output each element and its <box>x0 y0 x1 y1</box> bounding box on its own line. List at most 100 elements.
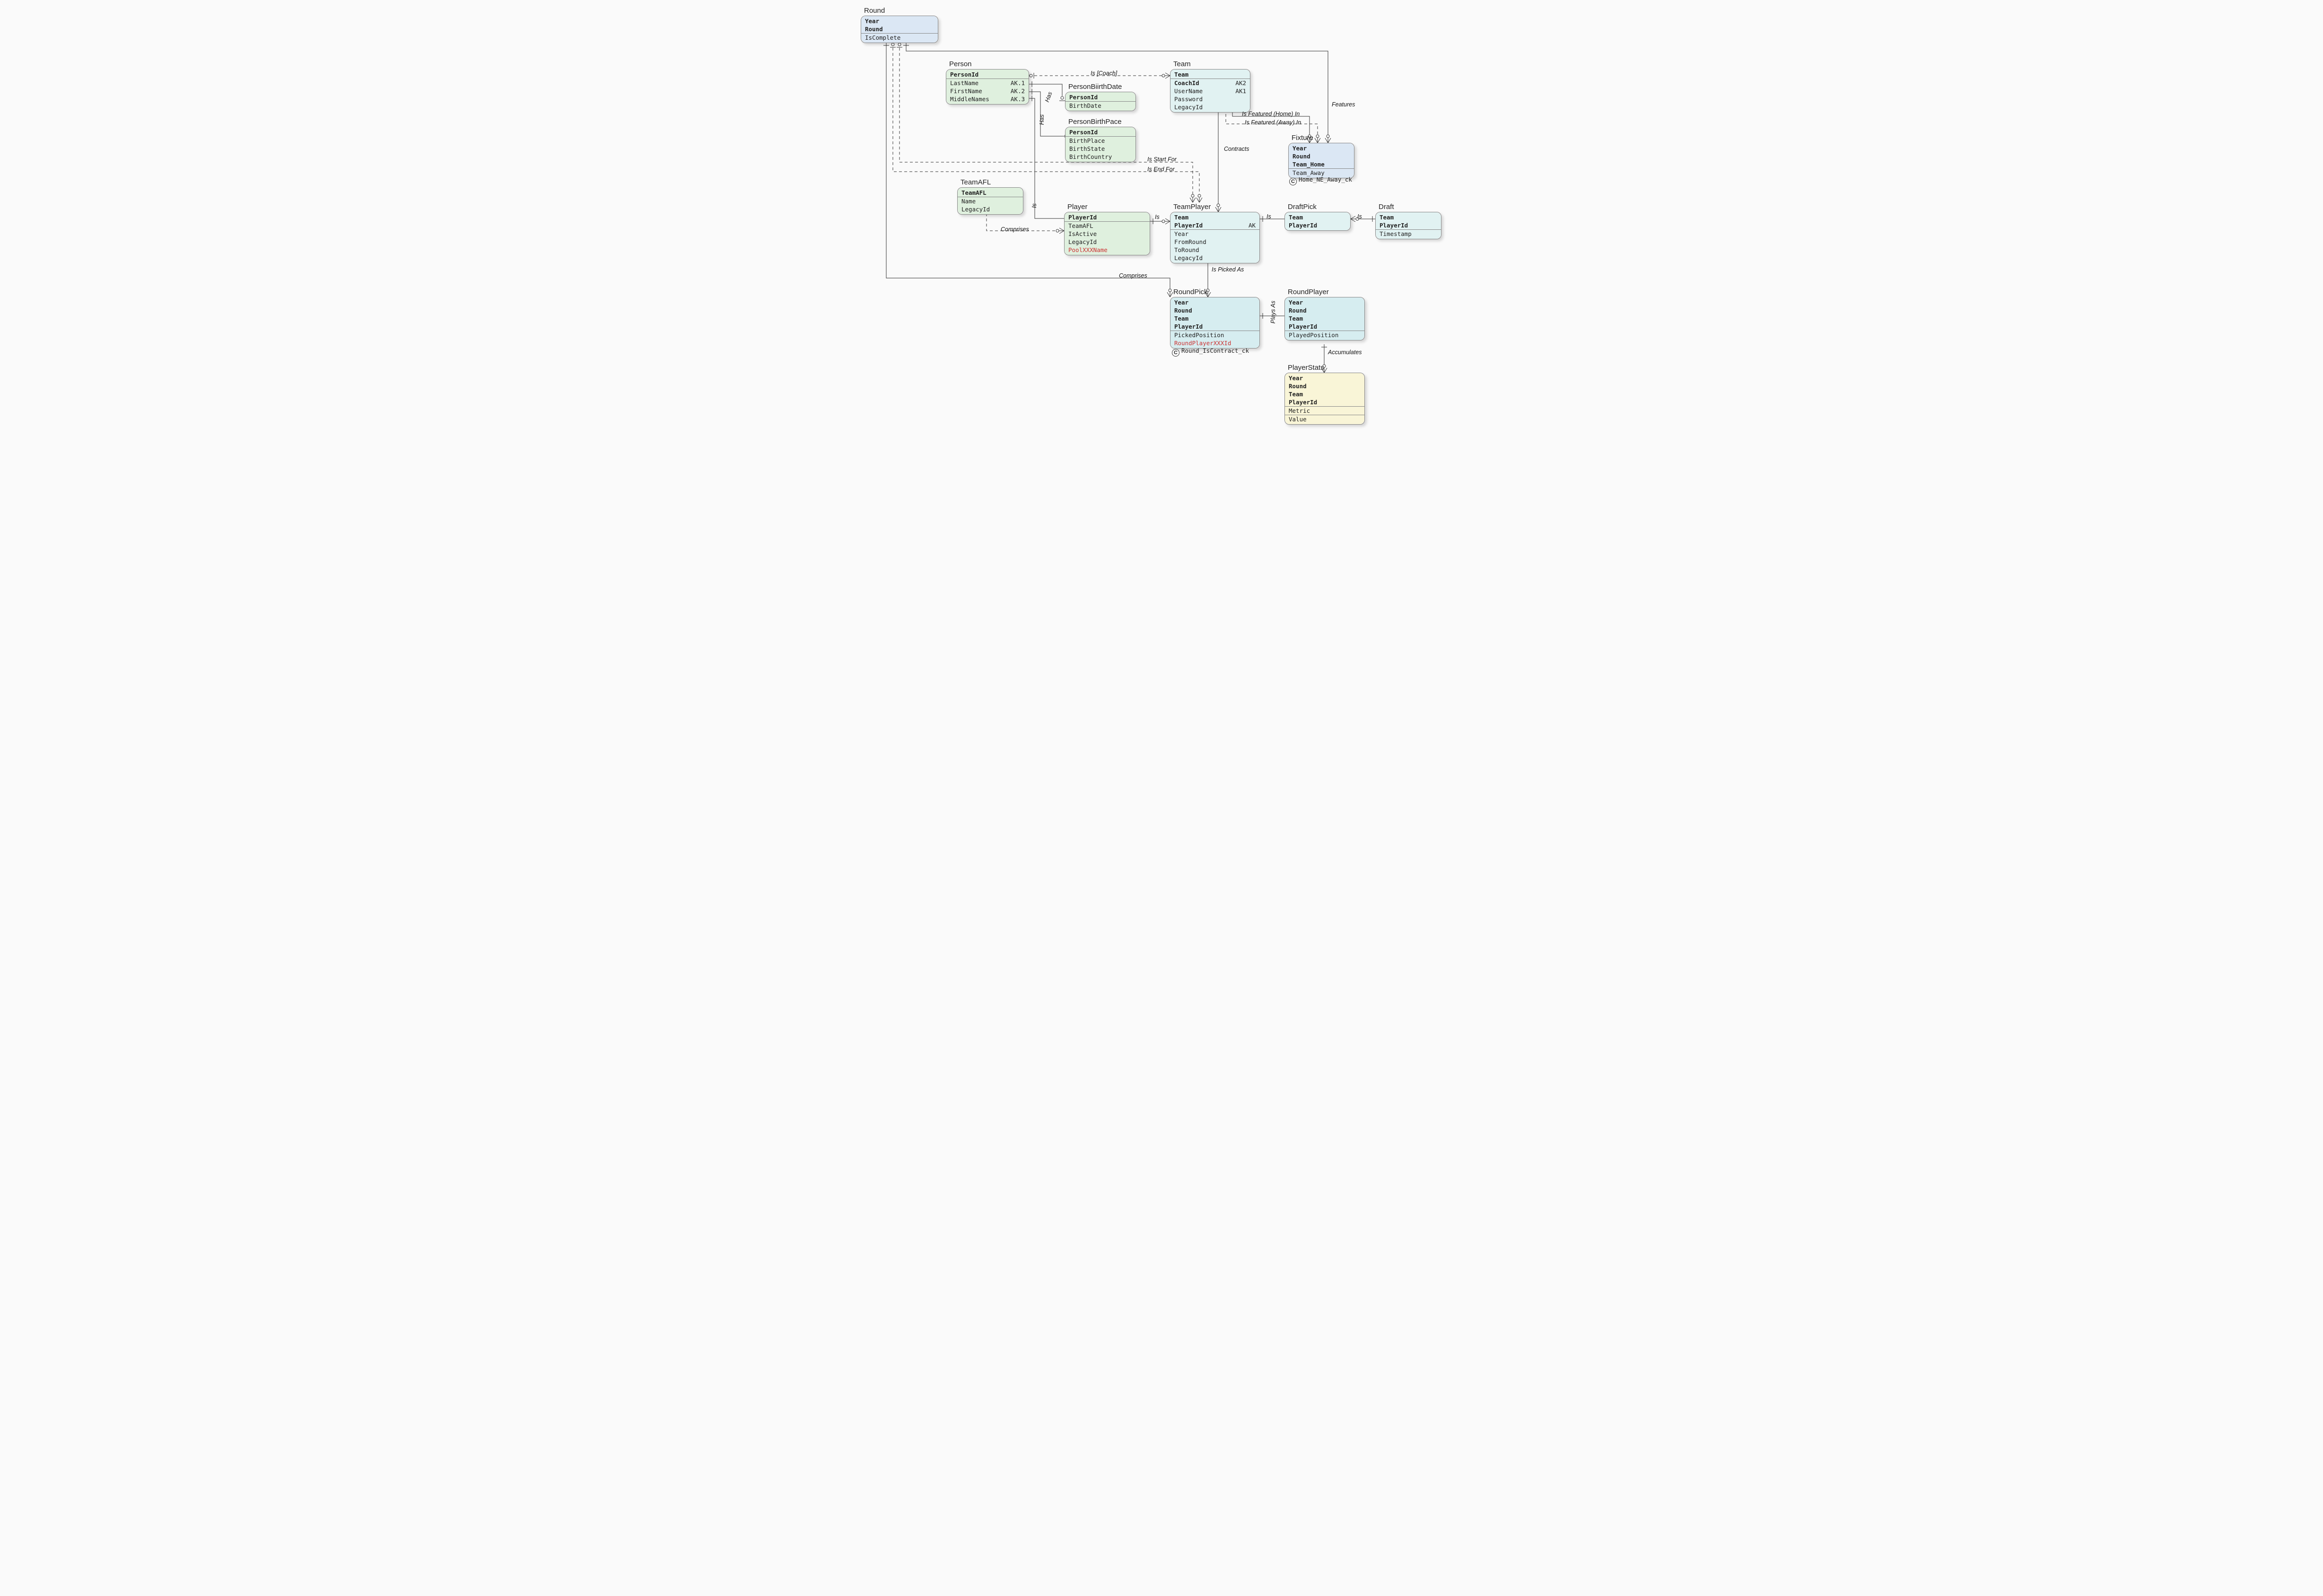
entity-title: RoundPick <box>1170 287 1212 298</box>
attr-name: Timestamp <box>1380 230 1412 237</box>
entity-title: DraftPick <box>1284 202 1320 213</box>
attr-row: Year <box>1170 230 1259 238</box>
attr-row: Team <box>1285 390 1364 398</box>
attr-row: Round <box>861 25 938 33</box>
entity-body: PersonIdBirthDate <box>1065 92 1135 111</box>
attr-name: Team <box>1289 214 1303 221</box>
entity-body: PersonIdBirthPlaceBirthStateBirthCountry <box>1065 127 1135 162</box>
attr-row: BirthDate <box>1065 102 1135 111</box>
attr-row: BirthCountry <box>1065 153 1135 162</box>
attr-name: Round <box>1174 307 1192 314</box>
attr-name: BirthDate <box>1069 102 1101 109</box>
attr-row: Year <box>1170 297 1259 306</box>
attr-row: Password <box>1170 95 1250 103</box>
entity-title: TeamAFL <box>957 177 995 188</box>
entity-body: YearRoundTeamPlayerIdPlayedPosition <box>1285 297 1364 340</box>
attr-row: IsActive <box>1065 230 1150 238</box>
entity-person: PersonPersonIdLastNameAK.1FirstNameAK.2M… <box>946 69 1029 105</box>
attr-row: BirthState <box>1065 145 1135 153</box>
attr-name: Year <box>1174 299 1188 306</box>
attr-name: Year <box>865 17 879 25</box>
attr-ak: AK.3 <box>1011 96 1025 103</box>
constraint-home-ne-away: CHome_NE_Away_ck <box>1289 176 1352 185</box>
rel-playsas: Plays As <box>1270 301 1276 323</box>
attr-ak: AK.2 <box>1011 87 1025 95</box>
attr-row: LegacyId <box>1170 254 1259 263</box>
attr-name: TeamAFL <box>1068 222 1093 229</box>
rel-comprises2: Comprises <box>1119 272 1147 279</box>
attr-row: LegacyId <box>1065 238 1150 246</box>
attr-name: IsActive <box>1068 230 1097 237</box>
rel-has2: Has <box>1039 114 1045 125</box>
attr-row: TeamAFL <box>958 188 1023 197</box>
entity-title: PlayerStats <box>1284 363 1328 374</box>
rel-is1: Is <box>1155 214 1160 220</box>
attr-row: Metric <box>1285 407 1364 415</box>
attr-name: Team <box>1289 315 1303 322</box>
attr-row: Team <box>1170 314 1259 323</box>
attr-name: PlayerId <box>1174 323 1203 330</box>
attr-row: PlayerId <box>1170 323 1259 331</box>
entity-draftpick: DraftPickTeamPlayerId <box>1284 212 1351 231</box>
attr-row: LegacyId <box>958 205 1023 214</box>
rel-startfor: Is Start For <box>1147 156 1177 163</box>
attr-row: LegacyId <box>1170 103 1250 112</box>
attr-row: TeamAFL <box>1065 222 1150 230</box>
attr-row: PersonId <box>946 70 1029 78</box>
attr-name: CoachId <box>1174 79 1199 87</box>
attr-row: Team <box>1170 212 1259 221</box>
attr-name: LegacyId <box>1068 238 1097 245</box>
entity-body: YearRoundTeamPlayerIdMetricValue <box>1285 373 1364 424</box>
attr-row: PlayerId <box>1065 212 1150 221</box>
entity-body: YearRoundTeam_HomeTeam_Away <box>1289 143 1354 178</box>
attr-row: Timestamp <box>1376 230 1441 239</box>
attr-row: Round <box>1285 382 1364 390</box>
entity-body: TeamAFLNameLegacyId <box>958 188 1023 214</box>
attr-name: Team <box>1174 315 1188 322</box>
attr-row: Year <box>861 16 938 25</box>
attr-name: BirthPlace <box>1069 137 1105 144</box>
rel-contracts: Contracts <box>1224 146 1249 152</box>
entity-body: YearRoundIsComplete <box>861 16 938 43</box>
entity-team: TeamTeamCoachIdAK2UserNameAK1PasswordLeg… <box>1170 69 1250 113</box>
entity-roundpick: RoundPickYearRoundTeamPlayerIdPickedPosi… <box>1170 297 1260 349</box>
attr-name: PlayerId <box>1289 323 1317 330</box>
attr-row: Round <box>1289 152 1354 160</box>
entity-body: TeamCoachIdAK2UserNameAK1PasswordLegacyI… <box>1170 70 1250 112</box>
attr-name: Round <box>1292 153 1310 160</box>
attr-name: Team <box>1289 391 1303 398</box>
attr-row: UserNameAK1 <box>1170 87 1250 95</box>
rel-pickedas: Is Picked As <box>1212 266 1244 273</box>
entity-title: Player <box>1064 202 1092 213</box>
erd-canvas: RoundYearRoundIsComplete PersonPersonIdL… <box>854 4 1469 439</box>
attr-row: PersonId <box>1065 127 1135 136</box>
entity-body: YearRoundTeamPlayerIdPickedPositionRound… <box>1170 297 1259 348</box>
attr-row: Year <box>1285 373 1364 382</box>
attr-row: BirthPlace <box>1065 137 1135 145</box>
entity-fixture: FixtureYearRoundTeam_HomeTeam_Away <box>1288 143 1354 178</box>
entity-playerstats: PlayerStatsYearRoundTeamPlayerIdMetricVa… <box>1284 373 1365 425</box>
attr-name: Password <box>1174 96 1203 103</box>
attr-row: Round <box>1285 306 1364 314</box>
rel-endfor: Is End For <box>1147 166 1175 173</box>
attr-name: TeamAFL <box>961 189 987 196</box>
attr-row: Team <box>1285 212 1350 221</box>
check-icon: C <box>1289 178 1297 185</box>
attr-row: PoolXXXName <box>1065 246 1150 255</box>
entity-title: Person <box>945 59 976 70</box>
entity-title: TeamPlayer <box>1170 202 1214 213</box>
attr-name: PlayedPosition <box>1289 331 1338 339</box>
attr-name: MiddleNames <box>950 96 989 103</box>
entity-teamafl: TeamAFLTeamAFLNameLegacyId <box>957 187 1023 215</box>
entity-pbp: PersonBirthPacePersonIdBirthPlaceBirthSt… <box>1065 127 1136 162</box>
attr-name: Round <box>1289 307 1307 314</box>
attr-row: MiddleNames AK.3 <box>946 95 1029 104</box>
entity-title: Team <box>1170 59 1195 70</box>
attr-name: UserName <box>1174 87 1203 95</box>
attr-name: LastName <box>950 79 978 87</box>
attr-name: RoundPlayerXXXId <box>1174 340 1231 347</box>
attr-name: ToRound <box>1174 246 1199 253</box>
attr-row: Year <box>1285 297 1364 306</box>
attr-row: PlayerIdAK <box>1170 221 1259 229</box>
entity-title: PersonBirthPace <box>1065 117 1126 128</box>
